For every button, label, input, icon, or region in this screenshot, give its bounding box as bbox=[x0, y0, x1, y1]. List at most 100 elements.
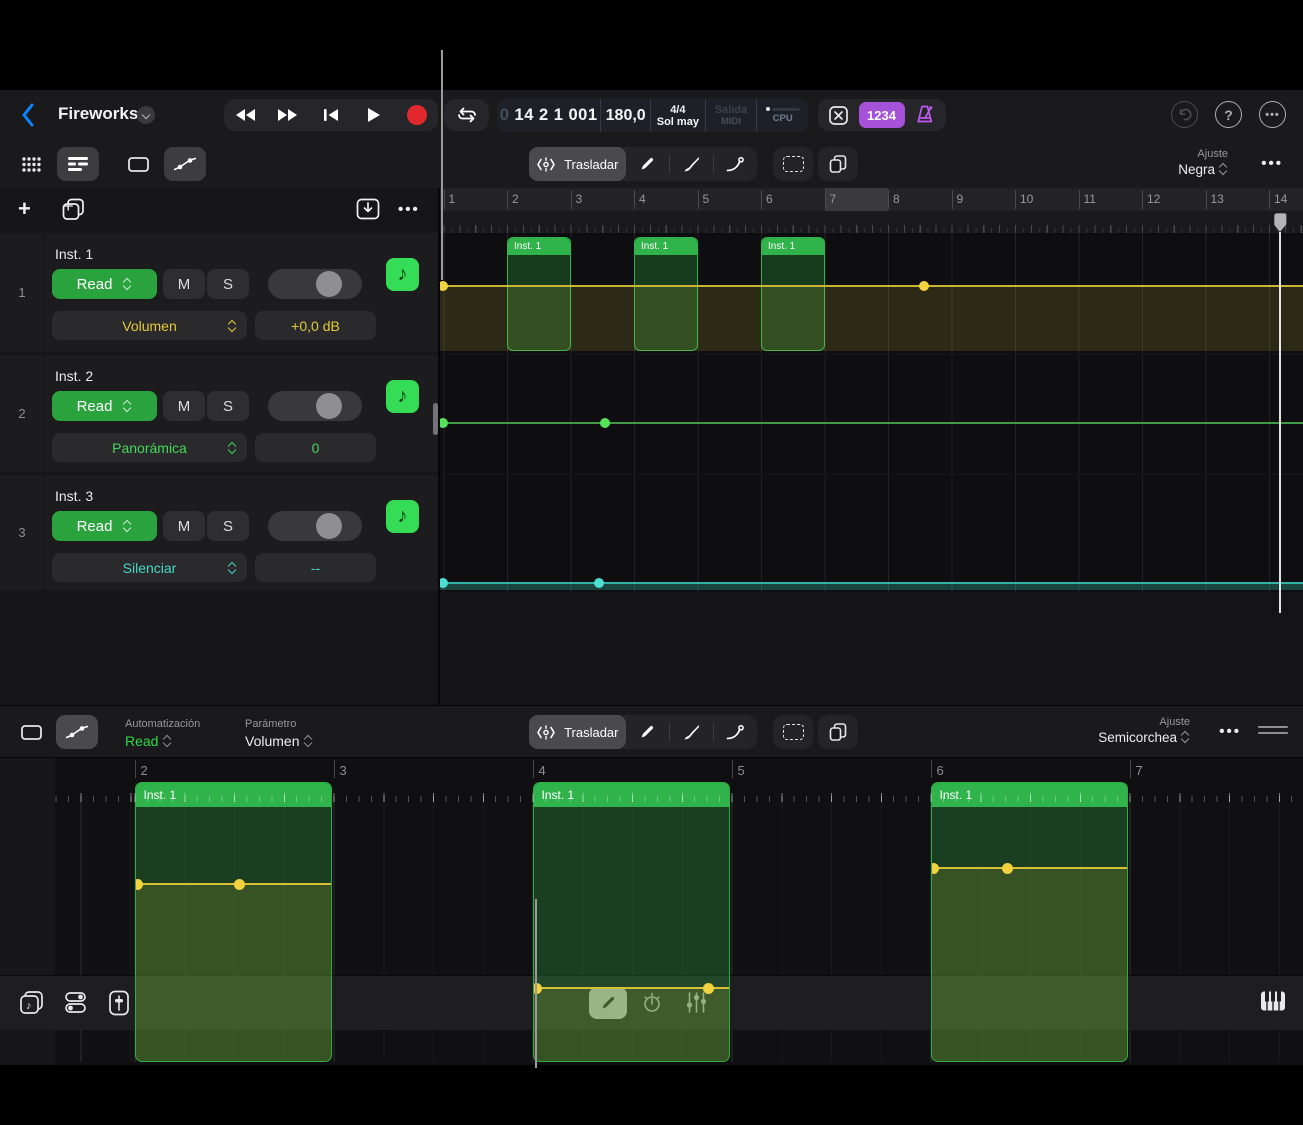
record-button[interactable] bbox=[395, 99, 438, 131]
fast-forward-button[interactable] bbox=[267, 99, 310, 131]
move-tool-button[interactable]: Trasladar bbox=[529, 147, 626, 181]
loops-browser-button[interactable]: ♪ bbox=[19, 990, 44, 1015]
automation-point[interactable] bbox=[135, 879, 143, 890]
automation-line[interactable] bbox=[534, 987, 729, 989]
duplicate-track-button[interactable] bbox=[62, 198, 85, 221]
browser-grid-button[interactable] bbox=[10, 147, 52, 181]
region-rectangle-icon bbox=[128, 157, 149, 172]
cycle-button[interactable] bbox=[444, 99, 489, 131]
parameter-select[interactable]: Volumen bbox=[52, 311, 247, 340]
snap-value: Negra bbox=[1178, 163, 1215, 176]
pencil-tool-button[interactable] bbox=[626, 715, 670, 749]
automation-point[interactable] bbox=[234, 879, 245, 890]
automation-line[interactable] bbox=[440, 285, 1303, 287]
automation-mode-button[interactable] bbox=[164, 147, 206, 181]
automation-lane[interactable] bbox=[440, 355, 1303, 473]
solo-button[interactable]: S bbox=[207, 511, 249, 541]
parameter-select[interactable]: Panorámica bbox=[52, 433, 247, 462]
add-track-button[interactable]: + bbox=[18, 196, 31, 222]
metronome-icon[interactable] bbox=[914, 104, 936, 126]
track-header-row[interactable]: 1Inst. 1ReadMS♪Volumen+0,0 dB bbox=[0, 233, 438, 352]
instrument-note-icon[interactable]: ♪ bbox=[386, 258, 419, 291]
snap-setting-editor[interactable]: Ajuste Semicorchea bbox=[1098, 716, 1190, 745]
parameter-select[interactable]: Volumen bbox=[245, 733, 313, 749]
parameter-select[interactable]: Silenciar bbox=[52, 553, 247, 582]
more-button-editor[interactable]: ••• bbox=[1219, 723, 1241, 740]
project-menu-button[interactable] bbox=[137, 106, 155, 124]
instrument-note-icon[interactable]: ♪ bbox=[386, 380, 419, 413]
help-button[interactable]: ? bbox=[1215, 101, 1242, 128]
editor-automation-button[interactable] bbox=[56, 715, 98, 749]
count-in-button[interactable]: 1234 bbox=[859, 102, 905, 128]
automation-line[interactable] bbox=[932, 867, 1127, 869]
automation-mode-button[interactable]: Read bbox=[52, 511, 157, 541]
bar-number: 6 bbox=[937, 763, 944, 778]
mute-button[interactable]: M bbox=[163, 391, 205, 421]
automation-point[interactable] bbox=[533, 983, 542, 994]
mute-button[interactable]: M bbox=[163, 511, 205, 541]
project-title[interactable]: Fireworks bbox=[58, 104, 138, 124]
copy-paste-button[interactable] bbox=[818, 715, 858, 749]
brush-tool-button[interactable] bbox=[670, 715, 713, 749]
automation-point[interactable] bbox=[600, 418, 610, 428]
curve-tool-button[interactable] bbox=[714, 147, 757, 181]
midi-region[interactable]: Inst. 1 bbox=[533, 782, 730, 1062]
track-header-row[interactable]: 2Inst. 2ReadMS♪Panorámica0 bbox=[0, 355, 438, 472]
automation-point[interactable] bbox=[919, 281, 929, 291]
lcd-display[interactable]: 0 14 2 1 001 180,0 4/4Sol may SalidaMIDI… bbox=[497, 99, 808, 132]
go-to-beginning-button[interactable] bbox=[310, 99, 353, 131]
automation-point[interactable] bbox=[594, 578, 604, 588]
rewind-button[interactable] bbox=[224, 99, 267, 131]
more-button-track-panel[interactable]: ••• bbox=[398, 201, 420, 218]
automation-point[interactable] bbox=[1002, 863, 1013, 874]
automation-lane[interactable]: Inst. 1Inst. 1Inst. 1 bbox=[440, 233, 1303, 353]
track-toggle[interactable] bbox=[268, 511, 362, 541]
mixer-fader-button[interactable] bbox=[108, 990, 130, 1016]
mute-button[interactable]: M bbox=[163, 269, 205, 299]
snap-setting-main[interactable]: Ajuste Negra bbox=[1178, 148, 1228, 177]
automation-mode-button[interactable]: Read bbox=[52, 269, 157, 299]
smart-controls-button[interactable] bbox=[63, 990, 88, 1015]
solo-button[interactable]: S bbox=[207, 391, 249, 421]
panel-scrollbar[interactable] bbox=[433, 403, 438, 435]
automation-editor[interactable]: 234567Inst. 1Inst. 1Inst. 1 bbox=[0, 758, 1303, 1065]
track-toggle[interactable] bbox=[268, 391, 362, 421]
more-button-header[interactable]: ••• bbox=[1259, 101, 1286, 128]
solo-button[interactable]: S bbox=[207, 269, 249, 299]
import-track-button[interactable] bbox=[356, 198, 380, 220]
panel-drag-handle[interactable] bbox=[1258, 726, 1288, 736]
midi-region[interactable]: Inst. 1 bbox=[931, 782, 1128, 1062]
pencil-tool-button[interactable] bbox=[626, 147, 670, 181]
keyboard-button[interactable] bbox=[1260, 990, 1286, 1012]
marquee-select-button[interactable] bbox=[773, 147, 813, 181]
automation-mode-select[interactable]: Read bbox=[125, 733, 172, 749]
marquee-select-button[interactable] bbox=[773, 715, 813, 749]
automation-mode-button[interactable]: Read bbox=[52, 391, 157, 421]
automation-point[interactable] bbox=[703, 983, 714, 994]
track-header-row[interactable]: 3Inst. 3ReadMS♪Silenciar-- bbox=[0, 475, 438, 590]
undo-button[interactable] bbox=[1171, 101, 1198, 128]
automation-lane[interactable] bbox=[440, 475, 1303, 592]
curve-tool-button[interactable] bbox=[714, 715, 757, 749]
instrument-note-icon[interactable]: ♪ bbox=[386, 500, 419, 533]
automation-point[interactable] bbox=[931, 863, 939, 874]
move-tool-button[interactable]: Trasladar bbox=[529, 715, 626, 749]
automation-line[interactable] bbox=[440, 582, 1303, 584]
no-count-in-icon[interactable] bbox=[828, 105, 849, 126]
midi-region[interactable]: Inst. 1 bbox=[135, 782, 332, 1062]
copy-paste-button[interactable] bbox=[818, 147, 858, 181]
timeline[interactable]: 1234567891011121314 Inst. 1Inst. 1Inst. 1 bbox=[440, 188, 1303, 705]
bar-ruler[interactable]: 1234567891011121314 bbox=[440, 188, 1303, 211]
back-icon[interactable] bbox=[20, 103, 36, 127]
callout-line bbox=[535, 899, 537, 1068]
brush-tool-button[interactable] bbox=[670, 147, 713, 181]
move-tool-label: Trasladar bbox=[564, 157, 618, 172]
automation-line[interactable] bbox=[440, 422, 1303, 424]
editor-regions-button[interactable] bbox=[10, 715, 52, 749]
regions-mode-button[interactable] bbox=[117, 147, 159, 181]
tracks-view-button[interactable] bbox=[57, 147, 99, 181]
play-button[interactable] bbox=[352, 99, 395, 131]
more-button-viewbar[interactable]: ••• bbox=[1261, 155, 1283, 172]
track-toggle[interactable] bbox=[268, 269, 362, 299]
bar-number: 2 bbox=[141, 763, 148, 778]
